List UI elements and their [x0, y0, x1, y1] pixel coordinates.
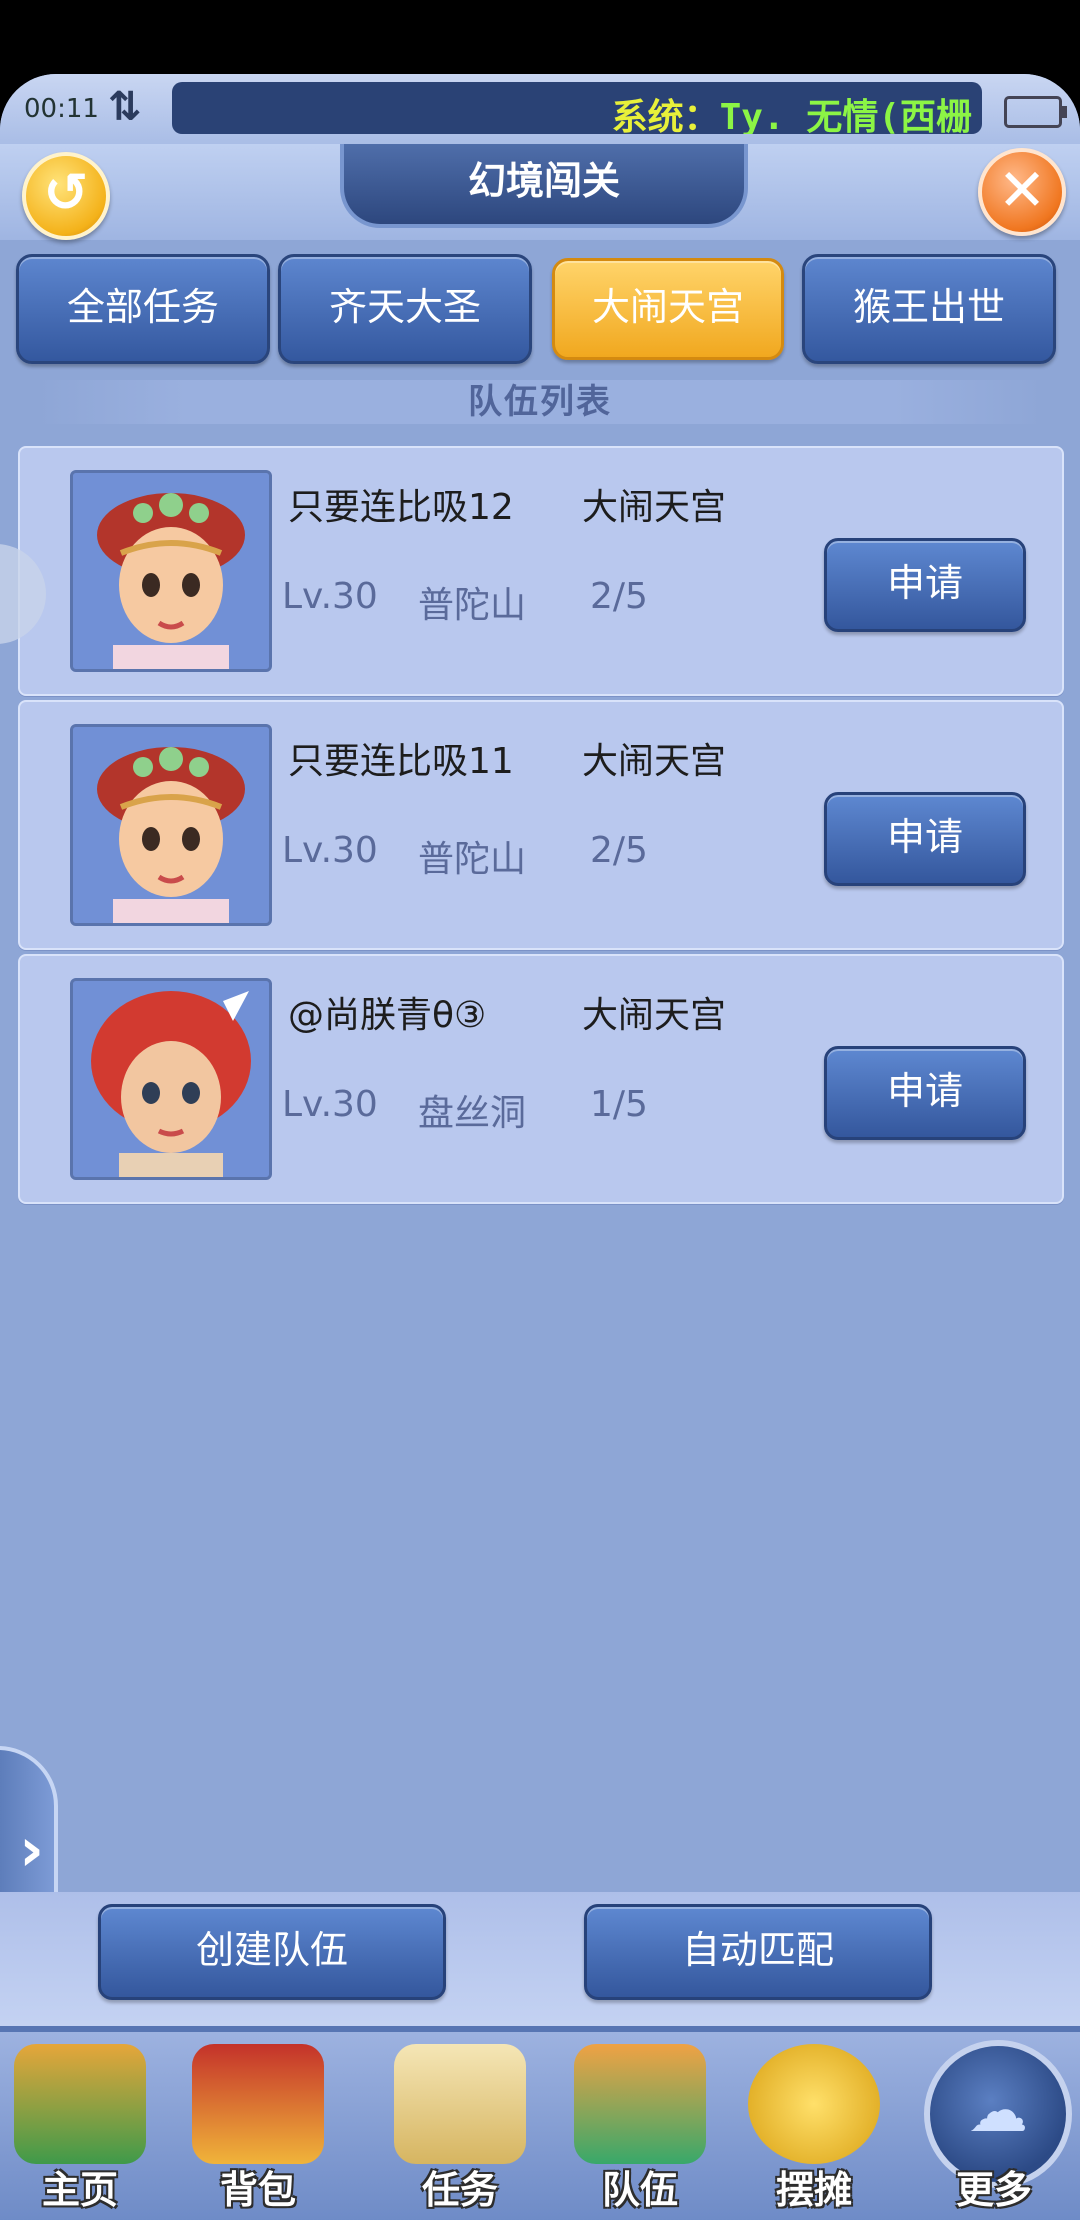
section-title: 队伍列表 [36, 380, 1044, 424]
team-icon [574, 2044, 706, 2164]
auto-match-button[interactable]: 自动匹配 [584, 1904, 932, 2000]
clock: 00:11 [24, 94, 99, 124]
updown-arrows-icon: ⇅ [108, 84, 142, 130]
nav-stall[interactable]: 摆摊 [734, 2036, 894, 2220]
apply-button[interactable]: 申请 [824, 792, 1026, 886]
tab-qitian-dasheng[interactable]: 齐天大圣 [278, 254, 532, 364]
coin-icon [748, 2044, 880, 2164]
team-leader-name: 只要连比吸12 [288, 487, 514, 528]
nav-label: 任务 [421, 2168, 498, 2212]
team-activity: 大闹天宫 [582, 487, 727, 528]
close-icon: ✕ [997, 156, 1047, 224]
status-bar: 00:11 ⇅ 系统：Ty. 无情(西栅 [0, 74, 1080, 144]
back-arrow-icon: ↺ [43, 161, 89, 224]
tab-houwang-chushi[interactable]: 猴王出世 [802, 254, 1056, 364]
nav-label: 队伍 [601, 2168, 678, 2212]
treasure-chest-icon [192, 2044, 324, 2164]
team-card: 只要连比吸12 大闹天宫 Lv.30 普陀山 2/5 申请 [18, 446, 1064, 696]
system-label: 系统： [611, 97, 720, 134]
team-leader-name: @尚朕青θ③ [288, 995, 487, 1036]
team-school: 盘丝洞 [418, 1093, 527, 1134]
team-member-count: 2/5 [590, 830, 648, 871]
create-team-button[interactable]: 创建队伍 [98, 1904, 446, 2000]
avatar [70, 470, 272, 672]
team-member-count: 2/5 [590, 576, 648, 617]
team-card: @尚朕青θ③ 大闹天宫 Lv.30 盘丝洞 1/5 申请 [18, 954, 1064, 1204]
nav-team[interactable]: 队伍 [560, 2036, 720, 2220]
nav-more-label-wrap: 更多 [914, 2036, 1074, 2220]
nav-tasks[interactable]: 任务 [380, 2036, 540, 2220]
avatar [70, 724, 272, 926]
close-button[interactable]: ✕ [978, 148, 1066, 236]
home-pavilion-icon [14, 2044, 146, 2164]
team-level: Lv.30 [282, 576, 378, 617]
system-message: Ty. 无情(西栅 [719, 97, 972, 134]
nav-bag[interactable]: 背包 [178, 2036, 338, 2220]
team-card: 只要连比吸11 大闹天宫 Lv.30 普陀山 2/5 申请 [18, 700, 1064, 950]
avatar [70, 978, 272, 1180]
apply-button[interactable]: 申请 [824, 1046, 1026, 1140]
team-member-count: 1/5 [590, 1084, 648, 1125]
tab-all-tasks[interactable]: 全部任务 [16, 254, 270, 364]
team-school: 普陀山 [418, 585, 527, 626]
nav-label: 背包 [219, 2168, 296, 2212]
apply-button[interactable]: 申请 [824, 538, 1026, 632]
chevron-right-icon: › [19, 1815, 44, 1885]
team-level: Lv.30 [282, 830, 378, 871]
game-window: 00:11 ⇅ 系统：Ty. 无情(西栅 幻境闯关 ↺ ✕ 全部任务 齐天大圣 … [0, 74, 1080, 2220]
system-message-bar: 系统：Ty. 无情(西栅 [172, 82, 982, 134]
back-button[interactable]: ↺ [22, 152, 110, 240]
tab-danao-tiangong[interactable]: 大闹天宫 [552, 258, 784, 360]
team-activity: 大闹天宫 [582, 995, 727, 1036]
nav-home[interactable]: 主页 [0, 2036, 160, 2220]
nav-label: 摆摊 [775, 2168, 852, 2212]
team-activity: 大闹天宫 [582, 741, 727, 782]
battery-icon [1004, 96, 1067, 128]
team-leader-name: 只要连比吸11 [288, 741, 514, 782]
nav-label: 主页 [41, 2168, 118, 2212]
page-title: 幻境闯关 [340, 144, 748, 228]
team-level: Lv.30 [282, 1084, 378, 1125]
team-school: 普陀山 [418, 839, 527, 880]
nav-label: 更多 [955, 2168, 1032, 2212]
scroll-icon [394, 2044, 526, 2164]
